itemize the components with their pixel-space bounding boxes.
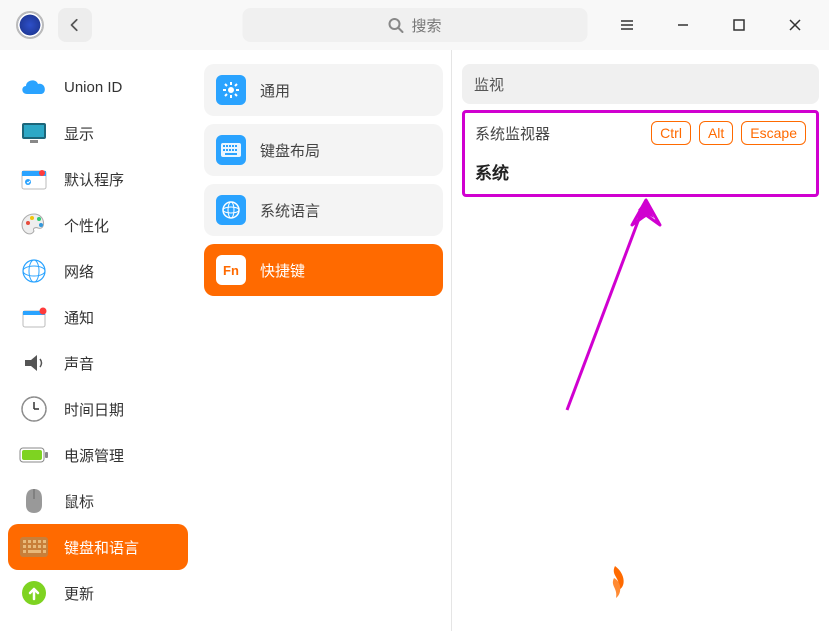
sidebar-item-personalization[interactable]: 个性化 [8, 202, 188, 248]
tab-system-language[interactable]: 系统语言 [204, 184, 443, 236]
shortcut-label: 系统监视器 [475, 123, 550, 144]
menu-button[interactable] [615, 13, 639, 37]
sidebar-item-label: 声音 [64, 353, 94, 374]
close-button[interactable] [783, 13, 807, 37]
sidebar-item-sound[interactable]: 声音 [8, 340, 188, 386]
keyboard-small-icon [216, 135, 246, 165]
sidebar: Union ID 显示 默认程序 个性化 网络 通知 声音 时间日期 [0, 50, 196, 631]
sidebar-item-label: 电源管理 [64, 445, 124, 466]
sidebar-item-unionid[interactable]: Union ID [8, 64, 188, 110]
gear-icon [216, 75, 246, 105]
flame-icon [600, 564, 630, 604]
tabs-column: 通用 键盘布局 系统语言 Fn 快捷键 [196, 50, 452, 631]
shortcut-row[interactable]: 系统监视器 Ctrl Alt Escape [475, 121, 806, 145]
update-icon [18, 577, 50, 609]
sidebar-item-notification[interactable]: 通知 [8, 294, 188, 340]
sidebar-item-label: 时间日期 [64, 399, 124, 420]
sidebar-item-label: 默认程序 [64, 169, 124, 190]
search-placeholder: 搜索 [411, 15, 441, 36]
tab-label: 系统语言 [260, 200, 320, 221]
minimize-button[interactable] [671, 13, 695, 37]
tab-label: 键盘布局 [260, 140, 320, 161]
maximize-button[interactable] [727, 13, 751, 37]
sidebar-item-mouse[interactable]: 鼠标 [8, 478, 188, 524]
palette-icon [18, 209, 50, 241]
tab-label: 快捷键 [260, 260, 305, 281]
cloud-icon [18, 71, 50, 103]
search-icon [387, 17, 403, 33]
tab-keyboard-layout[interactable]: 键盘布局 [204, 124, 443, 176]
sidebar-item-label: 网络 [64, 261, 94, 282]
notification-icon [18, 301, 50, 333]
annotation-highlight: 系统监视器 Ctrl Alt Escape 系统 [462, 110, 819, 197]
battery-icon [18, 439, 50, 471]
titlebar: 搜索 [0, 0, 829, 50]
sidebar-item-label: 通知 [64, 307, 94, 328]
display-icon [18, 117, 50, 149]
detail-panel: 监视 系统监视器 Ctrl Alt Escape 系统 [452, 50, 829, 631]
chevron-left-icon [68, 18, 82, 32]
network-icon [18, 255, 50, 287]
keycap: Alt [699, 121, 733, 145]
sidebar-item-label: 键盘和语言 [64, 537, 139, 558]
search-input[interactable]: 搜索 [242, 8, 587, 42]
keycap: Escape [741, 121, 806, 145]
sidebar-item-update[interactable]: 更新 [8, 570, 188, 616]
sidebar-item-label: 显示 [64, 123, 94, 144]
keyboard-icon [18, 531, 50, 563]
app-logo-icon [16, 11, 44, 39]
sidebar-item-keyboard-language[interactable]: 键盘和语言 [8, 524, 188, 570]
mouse-icon [18, 485, 50, 517]
sidebar-item-datetime[interactable]: 时间日期 [8, 386, 188, 432]
sidebar-item-label: 更新 [64, 583, 94, 604]
shortcut-keys: Ctrl Alt Escape [651, 121, 806, 145]
sidebar-item-network[interactable]: 网络 [8, 248, 188, 294]
clock-icon [18, 393, 50, 425]
globe-icon [216, 195, 246, 225]
sidebar-item-default-apps[interactable]: 默认程序 [8, 156, 188, 202]
sidebar-item-label: Union ID [64, 79, 122, 96]
sidebar-item-label: 个性化 [64, 215, 109, 236]
back-button[interactable] [58, 8, 92, 42]
tab-label: 通用 [260, 80, 290, 101]
tab-shortcut[interactable]: Fn 快捷键 [204, 244, 443, 296]
sidebar-item-power[interactable]: 电源管理 [8, 432, 188, 478]
fn-key-icon: Fn [216, 255, 246, 285]
sidebar-item-display[interactable]: 显示 [8, 110, 188, 156]
default-app-icon [18, 163, 50, 195]
sidebar-item-label: 鼠标 [64, 491, 94, 512]
tab-general[interactable]: 通用 [204, 64, 443, 116]
section-header: 监视 [462, 64, 819, 104]
speaker-icon [18, 347, 50, 379]
keycap: Ctrl [651, 121, 691, 145]
section-subhead: 系统 [475, 159, 806, 184]
section-header-text: 监视 [474, 74, 504, 95]
